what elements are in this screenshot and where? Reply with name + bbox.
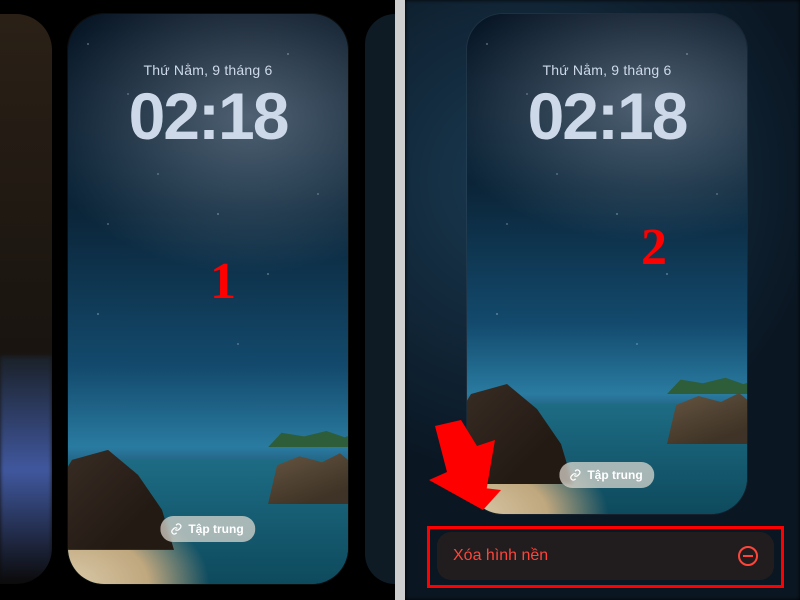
- lockscreen-date: Thứ Năm, 9 tháng 6: [68, 62, 348, 78]
- focus-pill-label: Tập trung: [587, 468, 642, 482]
- lockscreen-date: Thứ Năm, 9 tháng 6: [467, 62, 747, 78]
- previous-wallpaper-peek[interactable]: [0, 14, 52, 584]
- link-icon: [170, 523, 182, 535]
- link-icon: [569, 469, 581, 481]
- focus-pill[interactable]: Tập trung: [559, 462, 654, 488]
- tutorial-step-2-panel: Thứ Năm, 9 tháng 6 02:18 Tập trung Xóa h…: [405, 0, 800, 600]
- delete-wallpaper-button[interactable]: Xóa hình nền: [437, 532, 774, 580]
- focus-pill[interactable]: Tập trung: [160, 516, 255, 542]
- lockscreen-time: 02:18: [68, 78, 348, 154]
- minus-circle-icon: [738, 546, 758, 566]
- delete-wallpaper-label: Xóa hình nền: [453, 547, 548, 565]
- lockscreen-time: 02:18: [467, 78, 747, 154]
- lockscreen-preview[interactable]: Thứ Năm, 9 tháng 6 02:18 Tập trung: [68, 14, 348, 584]
- next-wallpaper-peek[interactable]: [365, 14, 395, 584]
- tutorial-step-1-panel: Thứ Năm, 9 tháng 6 02:18 Tập trung 1: [0, 0, 395, 600]
- focus-pill-label: Tập trung: [188, 522, 243, 536]
- lockscreen-preview-small[interactable]: Thứ Năm, 9 tháng 6 02:18 Tập trung: [467, 14, 747, 514]
